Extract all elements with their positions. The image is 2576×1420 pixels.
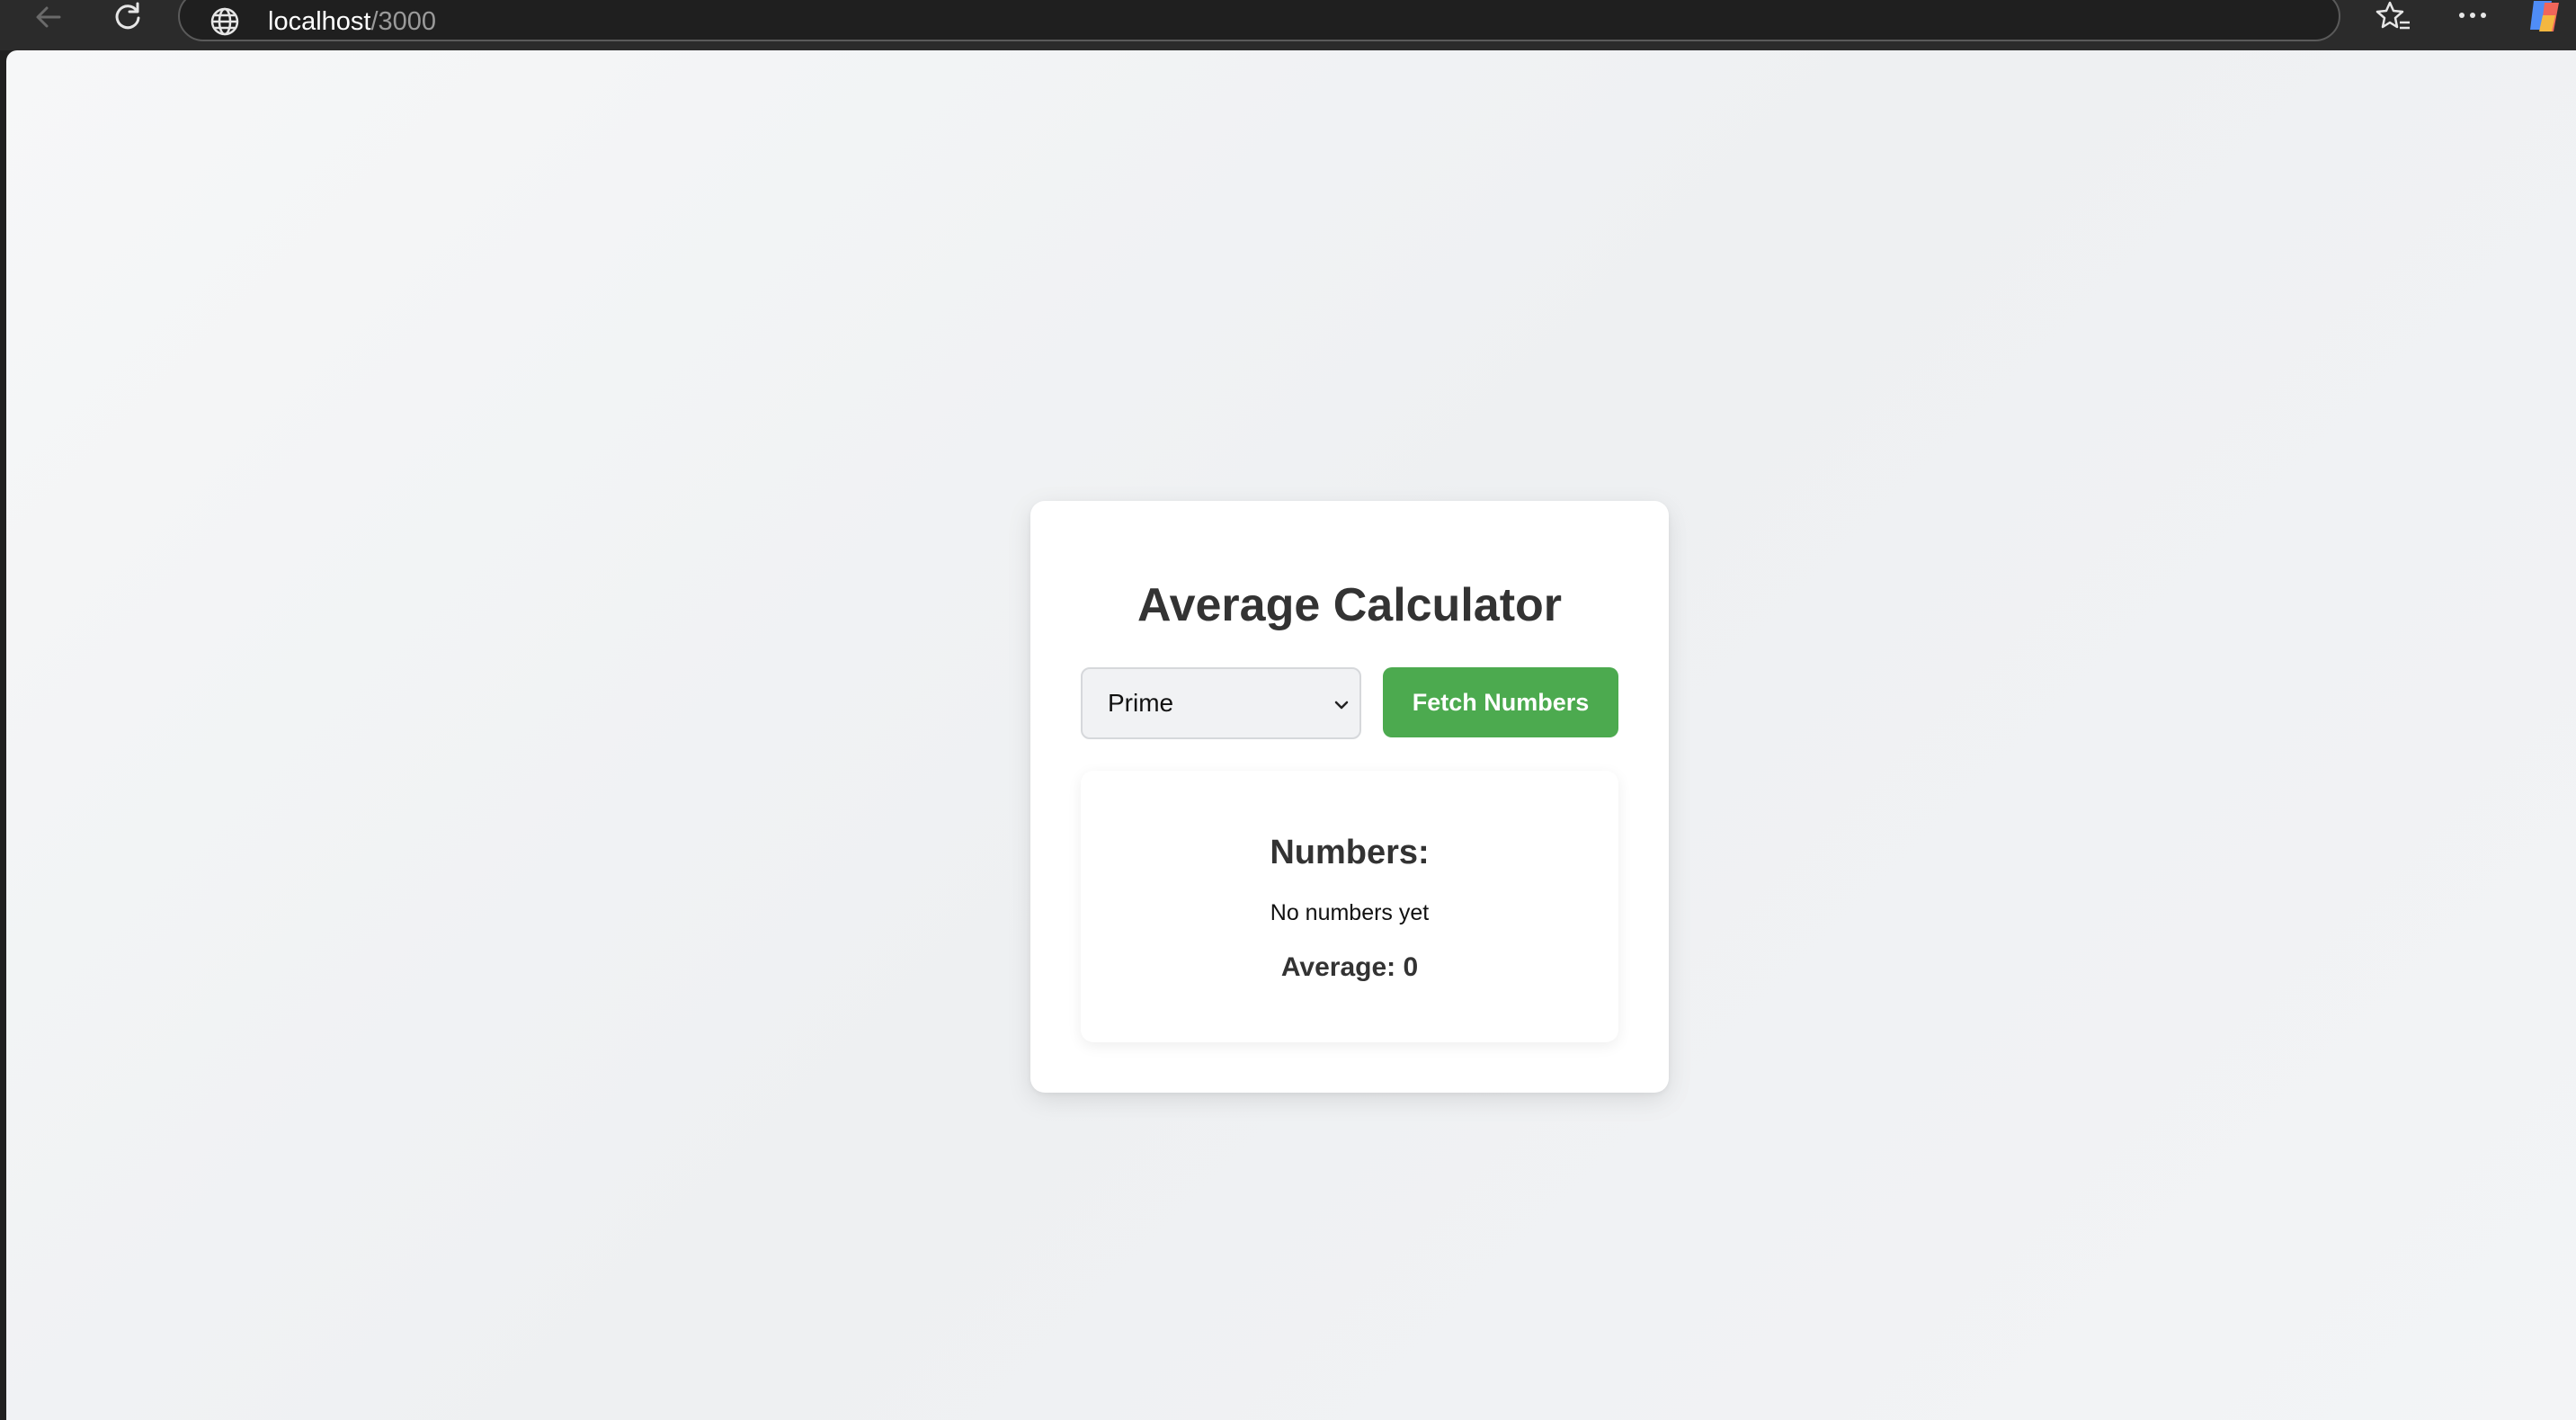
calculator-card: Average Calculator Prime Fetch Numbers N… (1030, 501, 1669, 1093)
number-type-select[interactable]: Prime (1081, 667, 1361, 739)
page-viewport: Average Calculator Prime Fetch Numbers N… (6, 50, 2576, 1420)
reload-button[interactable] (101, 0, 155, 34)
browser-toolbar: localhost/3000 (0, 0, 2576, 50)
page-title: Average Calculator (1136, 579, 1563, 631)
more-icon (2459, 13, 2486, 18)
favorites-button[interactable] (2367, 0, 2420, 34)
copilot-icon (2530, 1, 2559, 31)
numbers-empty-text: No numbers yet (1270, 900, 1430, 925)
star-list-icon (2375, 1, 2410, 30)
url-path: /3000 (370, 6, 437, 36)
url-text: localhost/3000 (268, 7, 436, 37)
results-panel: Numbers: No numbers yet Average: 0 (1081, 771, 1618, 1042)
arrow-left-icon (36, 6, 61, 28)
globe-icon (210, 7, 239, 36)
more-button[interactable] (2446, 0, 2500, 34)
select-value: Prime (1108, 689, 1174, 717)
numbers-heading: Numbers: (1270, 834, 1430, 871)
average-value: Average: 0 (1280, 952, 1419, 982)
reload-icon (115, 2, 140, 30)
chevron-down-icon (1334, 701, 1349, 710)
back-button[interactable] (22, 0, 76, 34)
address-bar[interactable]: localhost/3000 (178, 0, 2340, 41)
url-host: localhost (268, 6, 371, 36)
copilot-button[interactable] (2518, 0, 2572, 34)
fetch-numbers-button[interactable]: Fetch Numbers (1383, 667, 1618, 737)
